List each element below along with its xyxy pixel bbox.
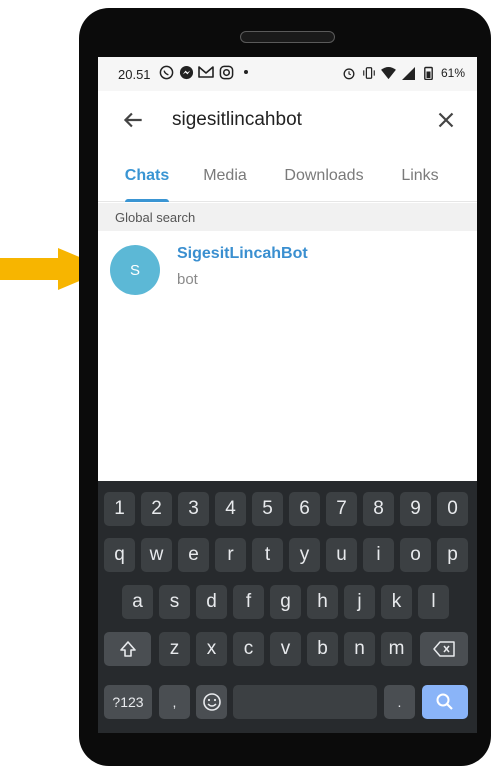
- system-status-icons: 61%: [341, 65, 465, 81]
- key-j[interactable]: j: [344, 585, 375, 619]
- search-app-bar: [98, 91, 477, 151]
- key-s[interactable]: s: [159, 585, 190, 619]
- key-a[interactable]: a: [122, 585, 153, 619]
- result-subtitle: bot: [177, 271, 198, 288]
- key-r[interactable]: r: [215, 538, 246, 572]
- key-1[interactable]: 1: [104, 492, 135, 526]
- key-t[interactable]: t: [252, 538, 283, 572]
- search-input[interactable]: [172, 107, 422, 133]
- active-tab-indicator: [125, 199, 169, 202]
- on-screen-keyboard: 1 2 3 4 5 6 7 8 9 0 q w e r t y u i o p …: [98, 481, 477, 733]
- space-bar[interactable]: [233, 685, 377, 719]
- key-p[interactable]: p: [437, 538, 468, 572]
- wifi-icon: [381, 65, 397, 81]
- backspace-icon: [433, 641, 455, 657]
- tab-media[interactable]: Media: [194, 151, 256, 201]
- search-icon: [436, 693, 453, 710]
- tab-chats[interactable]: Chats: [115, 151, 179, 202]
- key-i[interactable]: i: [363, 538, 394, 572]
- key-v[interactable]: v: [270, 632, 301, 666]
- shift-key[interactable]: [104, 632, 151, 666]
- notification-icons: [158, 64, 254, 80]
- global-search-header: Global search: [98, 203, 477, 231]
- vibrate-icon: [361, 65, 377, 81]
- tab-downloads[interactable]: Downloads: [278, 151, 370, 201]
- backspace-key[interactable]: [420, 632, 468, 666]
- key-g[interactable]: g: [270, 585, 301, 619]
- key-q[interactable]: q: [104, 538, 135, 572]
- comma-key[interactable]: ,: [159, 685, 190, 719]
- status-bar: 20.51 61%: [98, 57, 477, 91]
- search-tabs: Chats Media Downloads Links: [98, 151, 477, 202]
- more-notifications-dot-icon: [238, 64, 254, 80]
- key-5[interactable]: 5: [252, 492, 283, 526]
- search-key[interactable]: [422, 685, 468, 719]
- key-c[interactable]: c: [233, 632, 264, 666]
- avatar: S: [110, 245, 160, 295]
- period-key[interactable]: .: [384, 685, 415, 719]
- key-2[interactable]: 2: [141, 492, 172, 526]
- key-3[interactable]: 3: [178, 492, 209, 526]
- phone-screen: 20.51 61% sigesitlincahbot Chats Media D…: [98, 57, 477, 733]
- key-4[interactable]: 4: [215, 492, 246, 526]
- tab-links[interactable]: Links: [392, 151, 448, 201]
- key-6[interactable]: 6: [289, 492, 320, 526]
- key-k[interactable]: k: [381, 585, 412, 619]
- key-b[interactable]: b: [307, 632, 338, 666]
- emoji-icon: [202, 693, 221, 711]
- close-icon[interactable]: [433, 107, 459, 133]
- instagram-icon: [218, 64, 234, 80]
- key-h[interactable]: h: [307, 585, 338, 619]
- alarm-icon: [341, 65, 357, 81]
- key-x[interactable]: x: [196, 632, 227, 666]
- key-n[interactable]: n: [344, 632, 375, 666]
- emoji-key[interactable]: [196, 685, 227, 719]
- key-8[interactable]: 8: [363, 492, 394, 526]
- back-arrow-icon[interactable]: [120, 107, 146, 133]
- gmail-icon: [198, 64, 214, 80]
- key-7[interactable]: 7: [326, 492, 357, 526]
- messenger-icon: [178, 64, 194, 80]
- key-o[interactable]: o: [400, 538, 431, 572]
- result-name: SigesitLincahBot: [177, 245, 308, 262]
- search-result-item[interactable]: S SigesitLincahBot bot: [98, 232, 477, 295]
- status-time: 20.51: [118, 67, 151, 82]
- signal-icon: [401, 65, 417, 81]
- speaker-grille: [240, 31, 335, 43]
- key-l[interactable]: l: [418, 585, 449, 619]
- key-d[interactable]: d: [196, 585, 227, 619]
- key-z[interactable]: z: [159, 632, 190, 666]
- whatsapp-icon: [158, 64, 174, 80]
- key-0[interactable]: 0: [437, 492, 468, 526]
- phone-frame: 20.51 61% sigesitlincahbot Chats Media D…: [79, 8, 491, 766]
- key-w[interactable]: w: [141, 538, 172, 572]
- key-y[interactable]: y: [289, 538, 320, 572]
- shift-icon: [119, 641, 136, 657]
- key-e[interactable]: e: [178, 538, 209, 572]
- key-u[interactable]: u: [326, 538, 357, 572]
- key-f[interactable]: f: [233, 585, 264, 619]
- battery-icon: [421, 65, 437, 81]
- key-9[interactable]: 9: [400, 492, 431, 526]
- key-m[interactable]: m: [381, 632, 412, 666]
- symbols-key[interactable]: ?123: [104, 685, 152, 719]
- battery-percent: 61%: [440, 66, 465, 80]
